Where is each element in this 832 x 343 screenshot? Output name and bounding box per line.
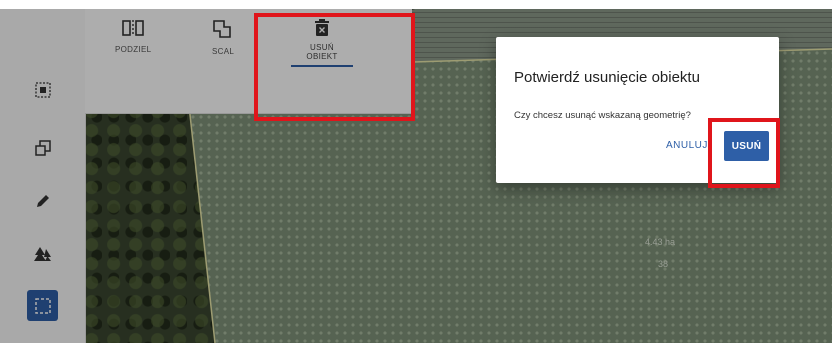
delete-object-tool-label: USUŃ OBIEKT — [306, 43, 337, 61]
merge-tool-button[interactable]: SCAL — [212, 19, 234, 56]
edit-toolbar: PODZIEL SCAL USUŃ OBIEKT — [85, 9, 412, 114]
merge-tool-label: SCAL — [212, 47, 235, 56]
dialog-title: Potwierdź usunięcie obiektu — [514, 69, 700, 86]
parcel-area-label: 4.43 ha — [645, 237, 676, 247]
active-tool-indicator — [291, 65, 353, 67]
confirm-delete-button[interactable]: USUŃ — [724, 131, 769, 161]
selection-area-icon — [34, 297, 51, 314]
delete-object-label-line2: OBIEKT — [306, 52, 338, 61]
left-sidebar — [0, 9, 86, 343]
split-tool-button[interactable]: PODZIEL — [115, 19, 151, 54]
split-tool-label: PODZIEL — [115, 45, 152, 54]
split-icon — [122, 20, 144, 36]
confirm-delete-dialog: Potwierdź usunięcie obiektu Czy chcesz u… — [496, 37, 779, 183]
select-object-icon — [34, 81, 51, 98]
edit-button[interactable] — [27, 185, 58, 216]
copy-icon — [34, 139, 51, 156]
trees-icon — [33, 246, 51, 261]
parcel-number-label: 38 — [658, 259, 669, 269]
trees-button[interactable] — [27, 238, 58, 269]
selection-area-button[interactable] — [27, 290, 58, 321]
delete-object-tool-button[interactable]: USUŃ OBIEKT — [291, 19, 353, 67]
merge-icon — [213, 20, 231, 38]
pencil-icon — [36, 194, 49, 207]
delete-object-label-line1: USUŃ — [310, 43, 334, 52]
cancel-button[interactable]: ANULUJ — [666, 140, 708, 151]
delete-object-icon — [315, 19, 329, 36]
page-top-strip — [0, 0, 832, 9]
dialog-message: Czy chcesz usunąć wskazaną geometrię? — [514, 110, 691, 121]
select-object-button[interactable] — [27, 74, 58, 105]
copy-button[interactable] — [27, 132, 58, 163]
